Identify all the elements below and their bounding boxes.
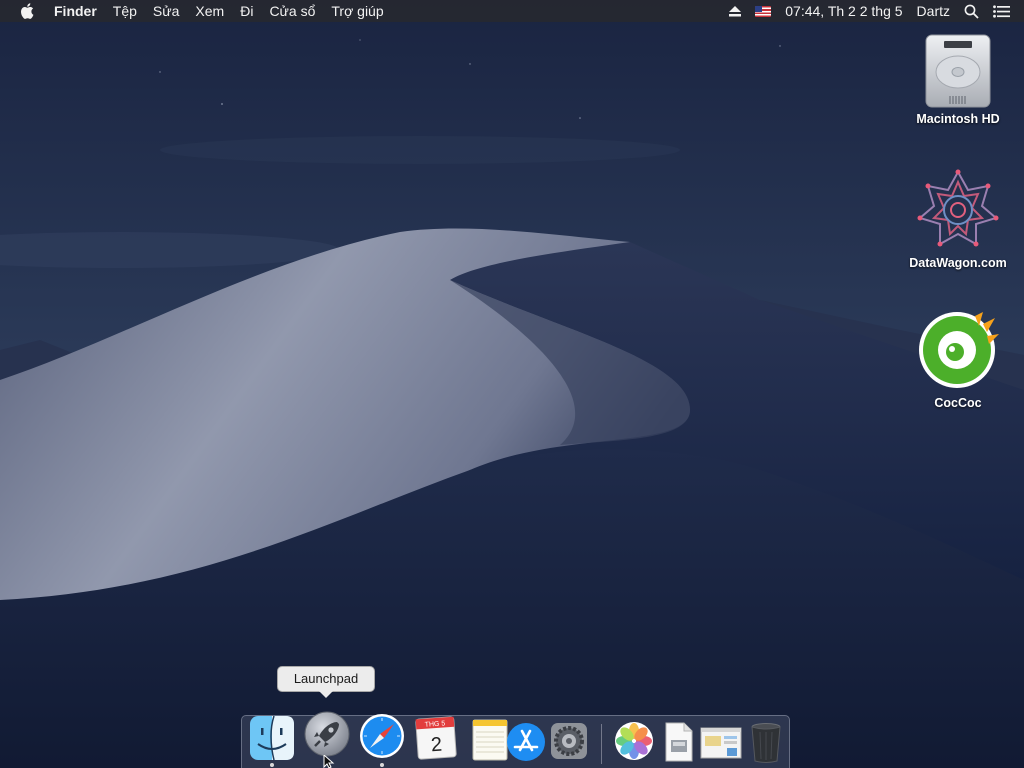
screen-preview-icon [700, 727, 742, 759]
dock-item-calendar[interactable]: THG 5 2 [412, 714, 460, 762]
menu-go[interactable]: Đi [232, 0, 261, 22]
notification-list-icon[interactable] [986, 4, 1024, 18]
trash-icon [751, 723, 781, 763]
desktop-icon-macintosh-hd[interactable]: Macintosh HD [903, 32, 1013, 126]
app-store-icon [507, 723, 545, 761]
dock-item-screen-preview[interactable] [697, 718, 745, 766]
system-preferences-icon [551, 723, 587, 759]
running-indicator [380, 763, 384, 767]
calendar-day: 2 [430, 734, 443, 757]
menu-finder[interactable]: Finder [46, 0, 105, 22]
desktop-icon-datawagon[interactable]: DataWagon.com [903, 168, 1013, 270]
dock-item-launchpad[interactable] [303, 710, 351, 758]
dock-item-document[interactable] [654, 718, 702, 766]
dock-item-trash[interactable] [742, 718, 790, 766]
menu-file[interactable]: Tệp [105, 0, 145, 22]
finder-icon [250, 715, 294, 761]
desktop-icon-coccoc[interactable]: CocCoc [903, 310, 1013, 410]
safari-icon [360, 714, 404, 758]
menu-edit[interactable]: Sửa [145, 0, 188, 22]
dock-tooltip: Launchpad [277, 666, 375, 698]
search-icon[interactable] [957, 4, 986, 19]
menu-view[interactable]: Xem [187, 0, 232, 22]
menubar-user[interactable]: Dartz [910, 0, 957, 22]
calendar-icon: THG 5 2 [415, 716, 457, 760]
dock-item-finder[interactable] [248, 714, 296, 762]
desktop-wallpaper [0, 0, 1024, 768]
apple-icon[interactable] [0, 3, 46, 19]
desktop-icon-label: DataWagon.com [909, 256, 1007, 270]
menu-window[interactable]: Cửa sổ [261, 0, 323, 22]
datawagon-icon [917, 169, 999, 247]
launchpad-icon [304, 711, 350, 757]
menu-help[interactable]: Trợ giúp [323, 0, 391, 22]
menubar-clock[interactable]: 07:44, Th 2 2 thg 5 [778, 0, 909, 22]
coccoc-icon [919, 312, 999, 388]
photos-icon [615, 722, 653, 760]
dock-item-system-preferences[interactable] [545, 717, 593, 765]
eject-icon[interactable] [722, 5, 748, 17]
running-indicator [270, 763, 274, 767]
dock-item-photos[interactable] [610, 717, 658, 765]
desktop-icon-label: CocCoc [934, 396, 982, 410]
menu-bar: Finder Tệp Sửa Xem Đi Cửa sổ Trợ giúp 07… [0, 0, 1024, 22]
hard-drive-icon [925, 34, 991, 108]
us-flag-icon[interactable] [748, 5, 778, 17]
dock-item-app-store[interactable] [502, 718, 550, 766]
calendar-month: THG 5 [425, 720, 446, 728]
document-icon [665, 722, 693, 762]
desktop-icon-label: Macintosh HD [916, 112, 1000, 126]
dock-item-safari[interactable] [358, 712, 406, 760]
dock-separator [601, 724, 602, 764]
mouse-cursor-icon [323, 755, 335, 768]
